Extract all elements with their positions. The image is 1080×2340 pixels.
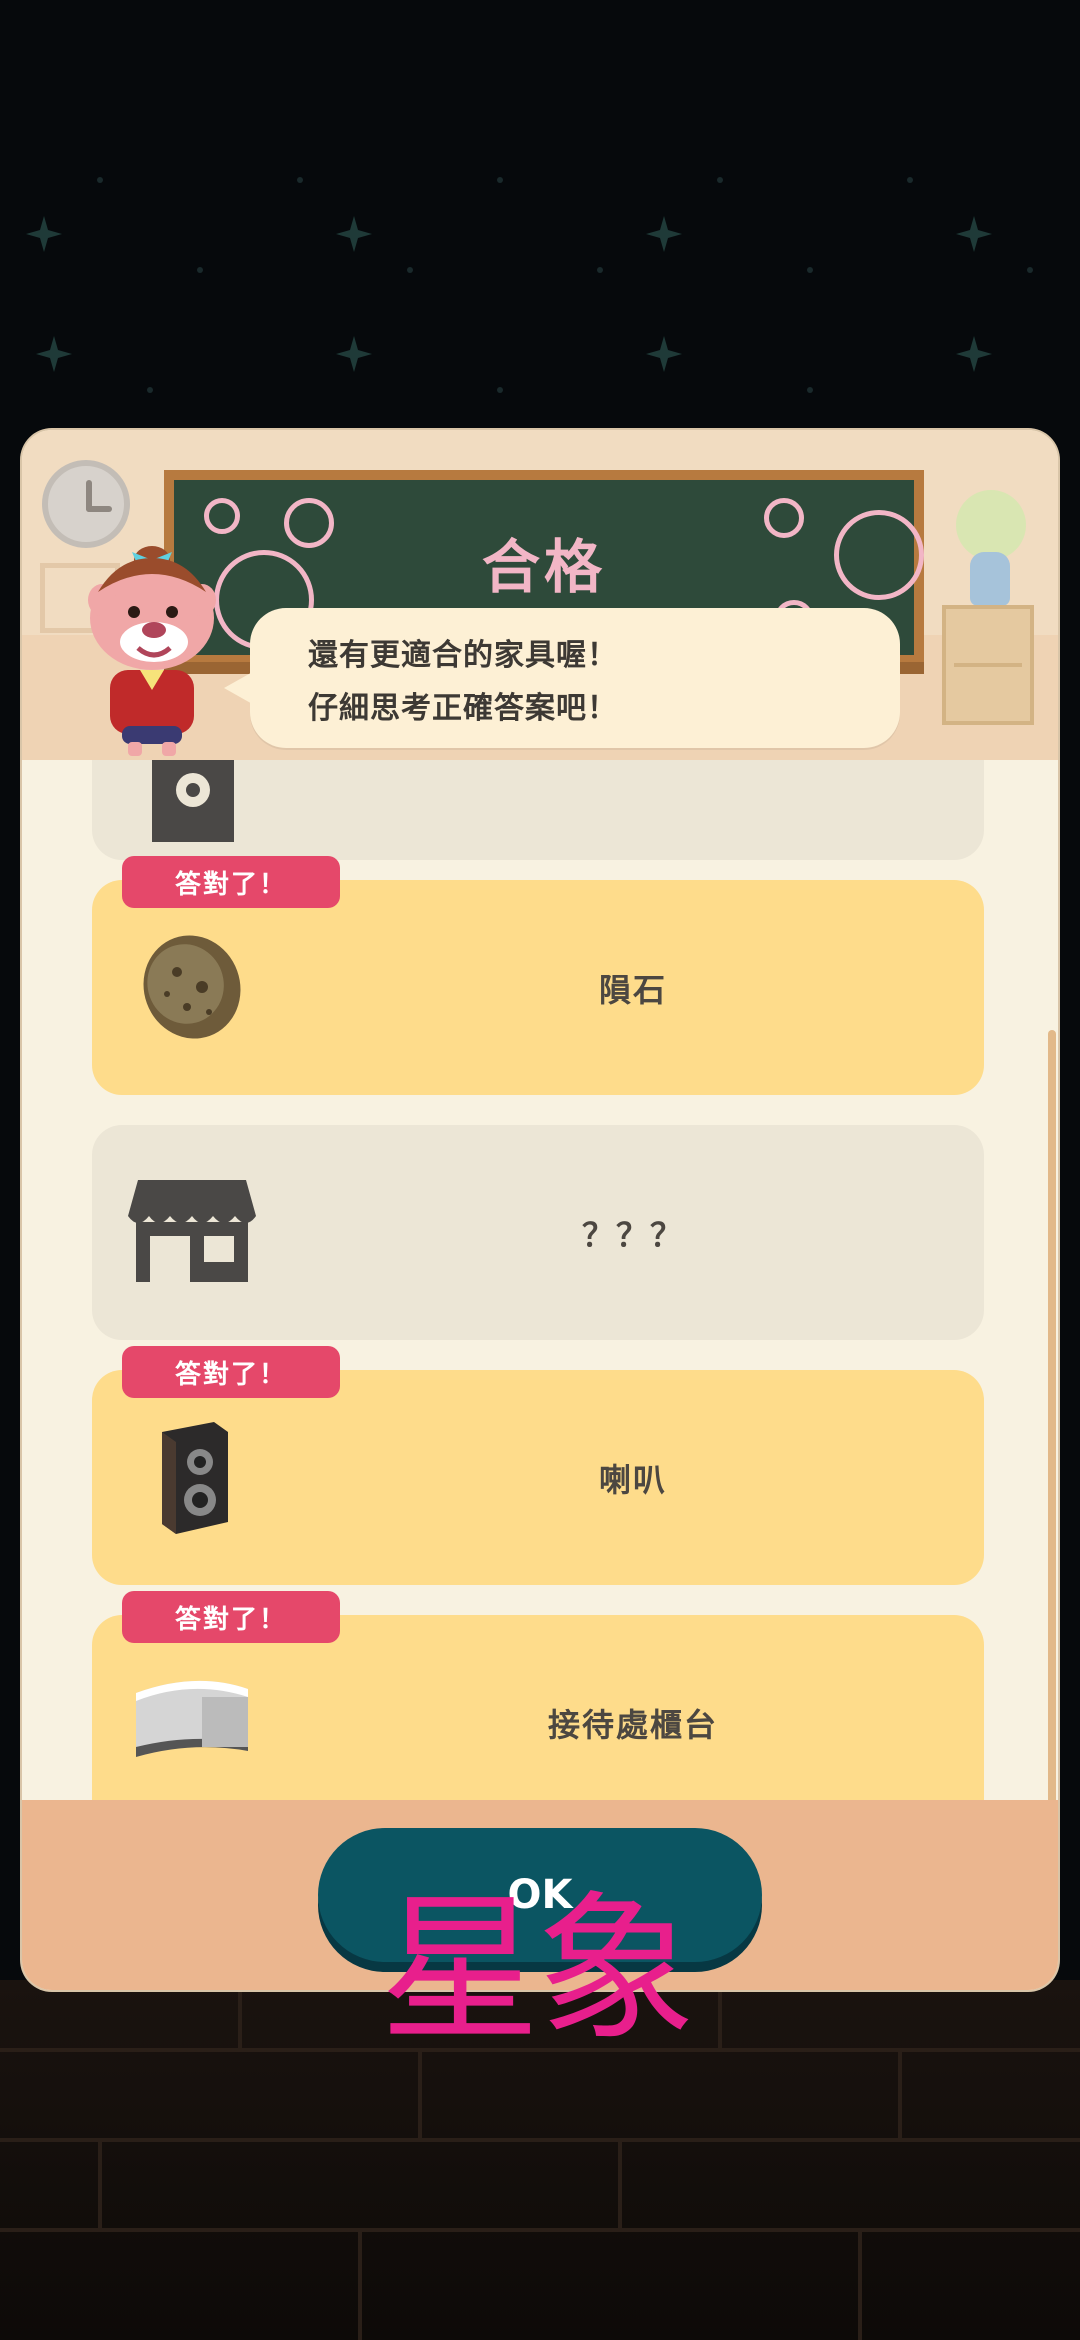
item-name: 隕石 bbox=[598, 970, 667, 1009]
speech-bubble: 還有更適合的家具喔！ 仔細思考正確答案吧！ bbox=[250, 608, 900, 748]
flower-bouquet-icon bbox=[956, 490, 1026, 560]
list-item[interactable]: ？？？ bbox=[92, 760, 984, 860]
list-item[interactable]: 喇叭 bbox=[92, 1370, 984, 1585]
watermark-text: 星象 bbox=[380, 1876, 696, 2063]
speaker-cube-icon bbox=[152, 760, 234, 842]
shop-silhouette-icon bbox=[128, 1180, 256, 1282]
bubble-line-1: 還有更適合的家具喔！ bbox=[308, 638, 618, 673]
result-panel: 合格 還有更適合的家具喔！ 仔細思考正確答案吧！ 隕石 答對了！ ？？？ 喇叭 … bbox=[22, 430, 1058, 1990]
correct-badge: 答對了！ bbox=[122, 1591, 340, 1643]
starry-background bbox=[26, 177, 1033, 393]
item-name: 接待處櫃台 bbox=[547, 1705, 718, 1744]
item-name: ？？？ bbox=[581, 1215, 684, 1254]
reception-counter-icon bbox=[136, 1680, 248, 1757]
list-item[interactable]: 接待處櫃台 bbox=[92, 1615, 984, 1830]
correct-badge: 答對了！ bbox=[122, 856, 340, 908]
item-name: 喇叭 bbox=[598, 1460, 667, 1499]
list-item[interactable]: 隕石 bbox=[92, 880, 984, 1095]
meteorite-icon bbox=[143, 935, 241, 1039]
cabinet bbox=[942, 605, 1034, 725]
board-title: 合格 bbox=[481, 533, 606, 601]
correct-badge: 答對了！ bbox=[122, 1346, 340, 1398]
bubble-line-2: 仔細思考正確答案吧！ bbox=[308, 691, 618, 726]
classroom-header: 合格 還有更適合的家具喔！ 仔細思考正確答案吧！ bbox=[22, 430, 1058, 760]
list-item[interactable]: ？？？ bbox=[92, 1125, 984, 1340]
vase-icon bbox=[970, 552, 1010, 606]
list-scrollbar[interactable] bbox=[1048, 1030, 1056, 1860]
speaker-icon bbox=[162, 1422, 228, 1534]
character-avatar bbox=[88, 546, 216, 756]
furniture-answer-list[interactable]: ？？？ 隕石 答對了！ ？？？ bbox=[22, 760, 1058, 1870]
